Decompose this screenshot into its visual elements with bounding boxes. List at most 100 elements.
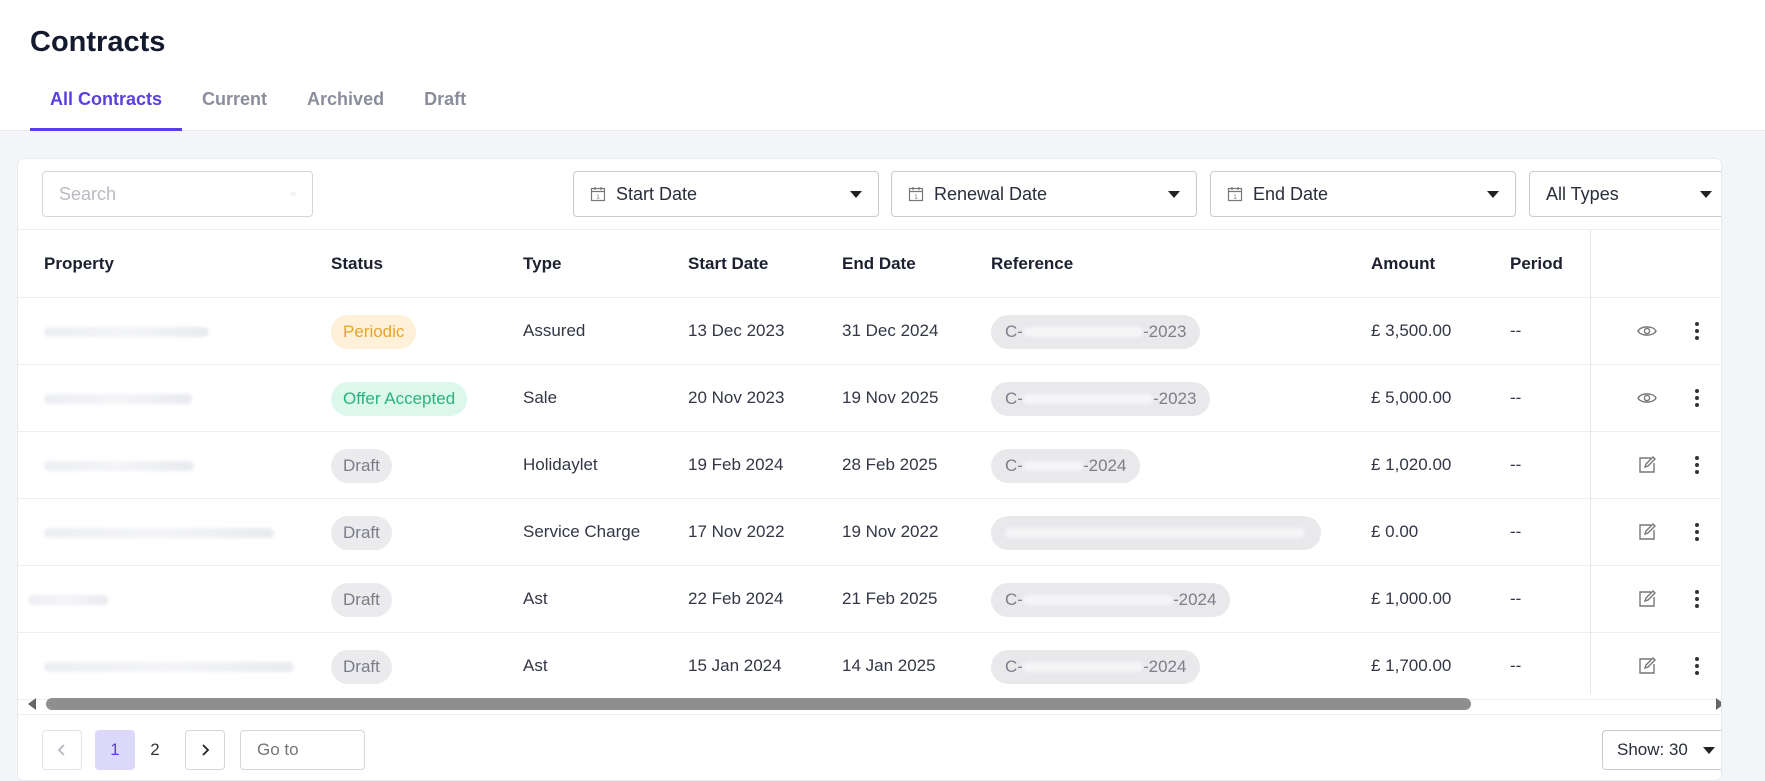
table-row[interactable]: Draft Ast 22 Feb 2024 21 Feb 2025 C- -202…: [18, 566, 1721, 633]
table-row[interactable]: Draft Ast 15 Jan 2024 14 Jan 2025 C- -202…: [18, 633, 1721, 700]
col-reference[interactable]: Reference: [991, 230, 1073, 298]
type-cell: Assured: [523, 321, 586, 340]
property-cell: [44, 365, 192, 431]
reference-cell: C- -2023: [991, 365, 1211, 431]
reference-cell: C- -2024: [991, 432, 1141, 498]
type-cell: Service Charge: [523, 522, 641, 541]
status-cell: Draft: [331, 499, 392, 565]
table-header: Property Status Type Start Date End Date…: [18, 229, 1721, 298]
end-date-cell: 31 Dec 2024: [842, 321, 939, 340]
page-2-button[interactable]: 2: [135, 730, 175, 770]
reference-pill: [991, 515, 1321, 550]
amount-cell: £ 1,700.00: [1371, 656, 1452, 675]
redacted-text: [44, 326, 209, 337]
col-status[interactable]: Status: [331, 230, 383, 298]
table-row[interactable]: Draft Service Charge 17 Nov 2022 19 Nov …: [18, 499, 1721, 566]
amount-cell: £ 5,000.00: [1371, 388, 1452, 407]
property-cell: [44, 633, 294, 699]
period-cell: --: [1510, 656, 1522, 675]
col-period[interactable]: Period: [1510, 230, 1563, 298]
reference-suffix: -2024: [1172, 589, 1217, 609]
period-cell: --: [1510, 321, 1522, 340]
amount-cell: £ 0.00: [1371, 522, 1419, 541]
reference-cell: C- -2024: [991, 633, 1201, 699]
table-row[interactable]: Draft Holidaylet 19 Feb 2024 28 Feb 2025…: [18, 432, 1721, 499]
table-row[interactable]: Offer Accepted Sale 20 Nov 2023 19 Nov 2…: [18, 365, 1721, 432]
col-amount[interactable]: Amount: [1371, 230, 1435, 298]
type-cell: Holidaylet: [523, 455, 598, 474]
tab-all-contracts[interactable]: All Contracts: [30, 86, 183, 131]
reference-pill: C- -2024: [991, 448, 1141, 483]
reference-cell: C- -2023: [991, 298, 1201, 364]
chevron-down-icon: [1487, 190, 1499, 198]
chevron-down-icon: [1703, 746, 1715, 754]
type-filter-label: All Types: [1546, 183, 1619, 204]
renewal-date-filter[interactable]: 1 Renewal Date: [891, 171, 1197, 217]
reference-cell: [991, 499, 1321, 565]
start-date-cell: 15 Jan 2024: [688, 656, 782, 675]
chevron-down-icon: [1700, 190, 1712, 198]
status-cell: Periodic: [331, 298, 417, 364]
redacted-text: [1022, 461, 1083, 472]
reference-pill: C- -2023: [991, 381, 1211, 416]
start-date-cell: 20 Nov 2023: [688, 388, 785, 407]
status-badge: Offer Accepted: [331, 381, 468, 416]
calendar-icon: 1: [590, 187, 606, 202]
search-box[interactable]: [42, 171, 313, 217]
reference-pill: C- -2024: [991, 649, 1201, 684]
prev-page-button[interactable]: [42, 730, 82, 770]
end-date-cell: 21 Feb 2025: [842, 589, 938, 608]
col-type[interactable]: Type: [523, 230, 561, 298]
reference-suffix: -2024: [1082, 455, 1127, 475]
svg-text:1: 1: [596, 194, 600, 201]
reference-prefix: C-: [1005, 321, 1023, 341]
page-size-select[interactable]: Show: 30: [1602, 730, 1721, 770]
amount-cell: £ 1,000.00: [1371, 589, 1452, 608]
amount-cell: £ 1,020.00: [1371, 455, 1452, 474]
period-cell: --: [1510, 589, 1522, 608]
horizontal-scrollbar[interactable]: [18, 694, 1722, 714]
tab-archived[interactable]: Archived: [287, 86, 404, 131]
redacted-text: [1005, 528, 1305, 539]
redacted-text: [44, 393, 192, 404]
redacted-text: [44, 661, 294, 672]
col-start-date[interactable]: Start Date: [688, 230, 768, 298]
calendar-icon: 1: [1227, 187, 1243, 202]
next-page-button[interactable]: [185, 730, 225, 770]
status-cell: Draft: [331, 633, 392, 699]
end-date-filter[interactable]: 1 End Date: [1210, 171, 1516, 217]
col-property[interactable]: Property: [44, 230, 114, 298]
chevron-left-icon: [57, 744, 65, 756]
status-cell: Draft: [331, 432, 392, 498]
start-date-cell: 13 Dec 2023: [688, 321, 785, 340]
reference-prefix: C-: [1005, 388, 1023, 408]
end-date-label: End Date: [1253, 183, 1329, 204]
page-1-button[interactable]: 1: [95, 730, 135, 770]
tab-current[interactable]: Current: [182, 86, 287, 131]
status-badge: Draft: [331, 515, 392, 550]
type-filter[interactable]: All Types: [1529, 171, 1721, 217]
tab-draft[interactable]: Draft: [404, 86, 486, 131]
end-date-cell: 28 Feb 2025: [842, 455, 938, 474]
reference-suffix: -2023: [1152, 388, 1197, 408]
search-input[interactable]: [59, 183, 291, 205]
reference-pill: C- -2024: [991, 582, 1231, 617]
property-cell: [44, 432, 194, 498]
status-badge: Draft: [331, 582, 392, 617]
reference-prefix: C-: [1005, 656, 1023, 676]
contracts-table: Property Status Type Start Date End Date…: [18, 229, 1721, 700]
start-date-filter[interactable]: 1 Start Date: [573, 171, 879, 217]
start-date-cell: 19 Feb 2024: [688, 455, 784, 474]
table-row[interactable]: Periodic Assured 13 Dec 2023 31 Dec 2024…: [18, 298, 1721, 365]
svg-text:1: 1: [914, 194, 918, 201]
redacted-text: [1022, 662, 1143, 673]
type-cell: Sale: [523, 388, 558, 407]
period-cell: --: [1510, 388, 1522, 407]
status-badge: Draft: [331, 448, 392, 483]
col-end-date[interactable]: End Date: [842, 230, 916, 298]
goto-page-input[interactable]: [240, 730, 365, 770]
status-badge: Periodic: [331, 314, 417, 349]
status-badge: Draft: [331, 649, 392, 684]
reference-pill: C- -2023: [991, 314, 1201, 349]
reference-suffix: -2024: [1142, 656, 1187, 676]
